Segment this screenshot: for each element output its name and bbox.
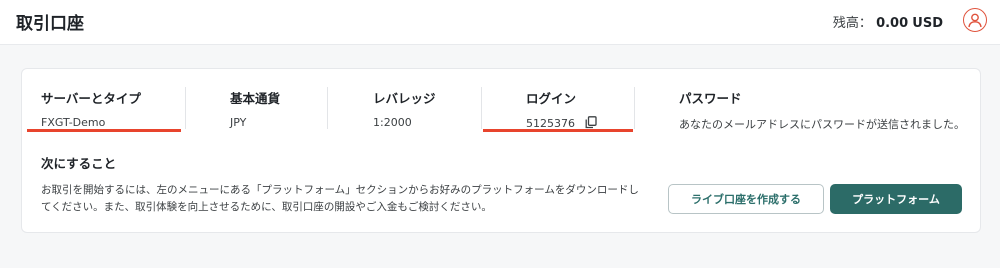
account-card: サーバーとタイプ FXGT-Demo 基本通貨 JPY レバレッジ 1:2000… [21, 68, 981, 233]
next-steps-line: てください。また、取引体験を向上させるために、取引口座の開設やご入金もご検討くだ… [41, 201, 492, 213]
password-label: パスワード [679, 91, 742, 106]
next-steps-line: お取引を開始するには、左のメニューにある「プラットフォーム」セクションからお好み… [41, 184, 639, 196]
divider [185, 87, 186, 129]
divider [327, 87, 328, 129]
server-highlight-underline [27, 129, 181, 132]
leverage-label: レバレッジ [373, 91, 436, 106]
password-value: あなたのメールアドレスにパスワードが送信されました。 [679, 118, 965, 131]
server-type-field: サーバーとタイプ FXGT-Demo [41, 88, 141, 129]
login-field: ログイン 5125376 [526, 88, 597, 132]
page-title: 取引口座 [16, 14, 84, 34]
base-currency-value: JPY [230, 116, 247, 129]
balance-amount: 0.00 [876, 16, 909, 31]
balance-label: 残高： [832, 16, 872, 31]
balance-currency: USD [912, 16, 943, 31]
next-steps-description: お取引を開始するには、左のメニューにある「プラットフォーム」セクションからお好み… [41, 182, 661, 216]
divider [634, 87, 635, 129]
server-type-value: FXGT-Demo [41, 116, 106, 129]
login-label: ログイン [526, 91, 577, 106]
top-bar: 取引口座 残高： 0.00 USD [0, 0, 1000, 45]
leverage-value: 1:2000 [373, 116, 412, 129]
login-highlight-underline [483, 129, 633, 132]
user-avatar-icon[interactable] [963, 8, 987, 32]
password-field: パスワード あなたのメールアドレスにパスワードが送信されました。 [679, 88, 965, 132]
balance-display: 残高： 0.00 USD [833, 12, 943, 31]
divider [481, 87, 482, 129]
create-live-account-button[interactable]: ライブ口座を作成する [668, 184, 824, 214]
leverage-field: レバレッジ 1:2000 [373, 88, 436, 129]
base-currency-field: 基本通貨 JPY [230, 88, 280, 129]
platform-button[interactable]: プラットフォーム [830, 184, 962, 214]
next-steps-title: 次にすること [41, 156, 117, 171]
base-currency-label: 基本通貨 [230, 91, 281, 106]
server-type-label: サーバーとタイプ [41, 91, 141, 106]
